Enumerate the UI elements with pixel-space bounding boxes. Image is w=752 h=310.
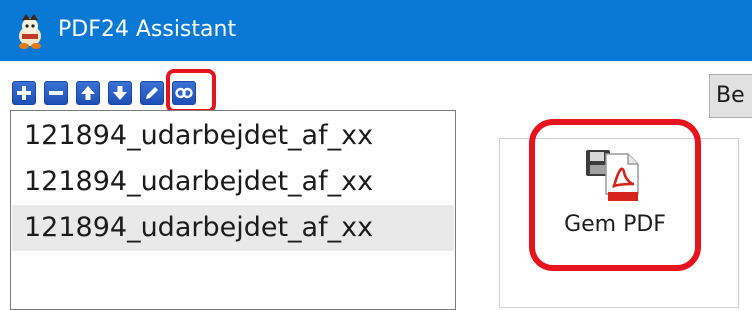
move-down-icon: [113, 86, 127, 100]
list-item[interactable]: 121894_udarbejdet_af_xx: [12, 205, 454, 251]
title-bar: PDF24 Assistant: [0, 0, 752, 61]
save-pdf-button[interactable]: [529, 119, 701, 271]
add-icon: [17, 86, 31, 100]
file-list[interactable]: 121894_udarbejdet_af_xx 121894_udarbejde…: [10, 110, 456, 310]
remove-icon: [49, 91, 63, 95]
pdf24-mascot-icon: [19, 14, 41, 49]
panel-divider: [738, 138, 752, 308]
move-up-button[interactable]: [76, 81, 100, 105]
remove-button[interactable]: [44, 81, 68, 105]
move-down-button[interactable]: [108, 81, 132, 105]
move-up-icon: [81, 86, 95, 100]
merge-button-highlight: [166, 69, 216, 113]
list-item[interactable]: 121894_udarbejdet_af_xx: [12, 159, 454, 205]
window-title: PDF24 Assistant: [58, 17, 237, 42]
edit-icon: [146, 87, 158, 99]
partial-button[interactable]: Be: [709, 74, 752, 118]
add-button[interactable]: [12, 81, 36, 105]
edit-button[interactable]: [140, 81, 164, 105]
list-item[interactable]: 121894_udarbejdet_af_xx: [12, 113, 454, 159]
